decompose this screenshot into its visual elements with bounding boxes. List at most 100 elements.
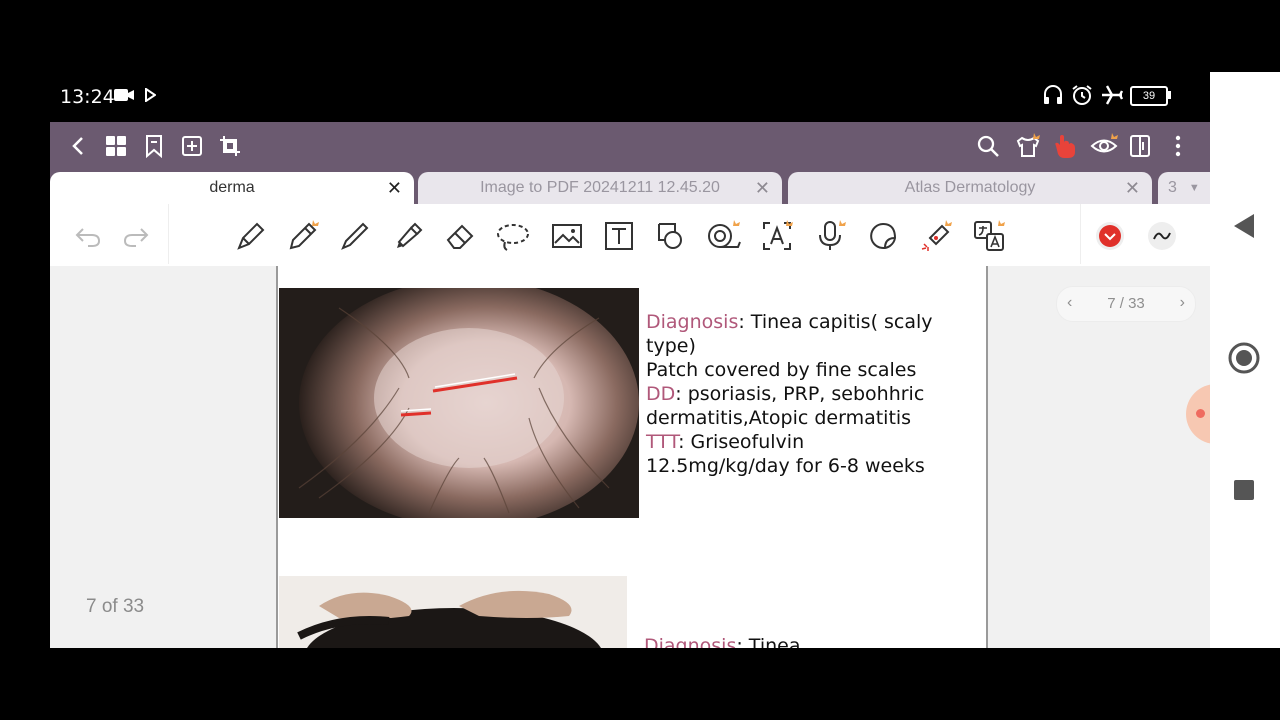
close-tab-icon[interactable]: ✕	[387, 178, 402, 199]
toolbar-divider	[1080, 204, 1081, 264]
shape-tool[interactable]	[651, 216, 691, 256]
grid-view-icon[interactable]	[104, 134, 128, 158]
back-icon[interactable]	[66, 134, 90, 158]
tab-bar: derma ✕ Image to PDF 20241211 12.45.20 ✕…	[50, 170, 1210, 204]
airplane-icon	[1102, 85, 1124, 105]
diagnosis-text-block-2: Diagnosis: Tinea	[644, 634, 944, 648]
next-page-button[interactable]: ›	[1180, 294, 1185, 312]
nav-home-icon[interactable]	[1228, 342, 1260, 374]
diagnosis-text-block: Diagnosis: Tinea capitis( scaly type) Pa…	[646, 310, 986, 478]
system-navigation-bar	[1210, 72, 1280, 648]
laser-pointer-tool[interactable]	[916, 216, 956, 256]
translate-tool[interactable]	[969, 216, 1009, 256]
close-tab-icon[interactable]: ✕	[1125, 178, 1140, 199]
dd-value: : psoriasis, PRP, sebohhric	[675, 383, 925, 405]
undo-icon	[75, 228, 101, 247]
translate-icon	[974, 220, 1005, 251]
redo-icon	[123, 228, 149, 247]
nav-back-icon[interactable]	[1232, 212, 1256, 240]
voice-recording-tool[interactable]	[810, 216, 850, 256]
theme-shirt-icon[interactable]	[1014, 132, 1042, 160]
chevron-down-icon: ▼	[1188, 182, 1200, 194]
document-viewer[interactable]: Diagnosis: Tinea capitis( scaly type) Pa…	[50, 266, 1210, 648]
tape-icon	[708, 220, 741, 248]
scalp-photo-second	[279, 576, 627, 648]
page-count-label: 7 of 33	[86, 596, 145, 617]
redo-button[interactable]	[116, 216, 156, 256]
pen-icon	[341, 222, 369, 250]
eraser-tool[interactable]	[440, 216, 480, 256]
stroke-style-button[interactable]	[1142, 216, 1182, 256]
laser-pointer-icon	[921, 220, 952, 251]
bookmark-icon[interactable]	[142, 134, 166, 158]
fountain-pen-icon	[237, 222, 265, 250]
headphones-icon	[1044, 85, 1062, 104]
alarm-icon	[1072, 85, 1092, 105]
ttt-value: : Griseofulvin	[678, 431, 805, 453]
text-recognition-tool[interactable]	[757, 216, 797, 256]
tape-tool[interactable]	[704, 216, 744, 256]
description-line: Patch covered by fine scales	[646, 359, 917, 381]
tab-atlas-dermatology[interactable]: Atlas Dermatology ✕	[788, 172, 1152, 204]
record-dot-icon	[1196, 409, 1205, 418]
microphone-icon	[819, 220, 846, 250]
hand-tool-icon[interactable]	[1050, 132, 1080, 160]
app-window: derma ✕ Image to PDF 20241211 12.45.20 ✕…	[50, 122, 1210, 648]
diagnosis-label: Diagnosis	[644, 635, 737, 648]
highlighter-icon	[397, 222, 423, 248]
pencil-tool[interactable]	[283, 216, 323, 256]
color-picker-button[interactable]	[1090, 216, 1130, 256]
scalp-photo-tinea-capitis	[279, 288, 639, 518]
lasso-tool[interactable]	[493, 216, 533, 256]
page-indicator: 7 / 33	[1107, 295, 1145, 312]
ttt-line-2: 12.5mg/kg/day for 6-8 weeks	[646, 455, 925, 477]
video-camera-icon	[114, 89, 134, 101]
close-tab-icon[interactable]: ✕	[755, 178, 770, 199]
shapes-icon	[658, 223, 682, 249]
highlighter-tool[interactable]	[387, 216, 427, 256]
fountain-pen-tool[interactable]	[231, 216, 271, 256]
toolbar-divider	[168, 204, 169, 264]
stroke-style-icon	[1148, 222, 1176, 250]
pdf-page: Diagnosis: Tinea capitis( scaly type) Pa…	[276, 266, 988, 648]
page-navigator: ‹ 7 / 33 ›	[1056, 286, 1196, 322]
play-icon	[145, 88, 156, 102]
diagnosis-label: Diagnosis	[646, 311, 739, 333]
search-icon[interactable]	[976, 134, 1000, 158]
dd-line: DD: psoriasis, PRP, sebohhric	[646, 382, 986, 406]
diagnosis-value: : Tinea	[736, 635, 801, 648]
undo-button[interactable]	[68, 216, 108, 256]
diagnosis-line: Diagnosis: Tinea capitis( scaly type)	[646, 310, 986, 358]
lasso-icon	[497, 224, 529, 251]
reading-mode-icon[interactable]	[1128, 134, 1152, 158]
eye-icon[interactable]	[1090, 132, 1120, 160]
dd-label: DD	[646, 383, 676, 405]
pencil-icon	[289, 220, 319, 250]
text-box-tool[interactable]	[599, 216, 639, 256]
status-time: 13:24	[60, 86, 115, 108]
status-bar	[0, 72, 1210, 120]
sticker-tool[interactable]	[863, 216, 903, 256]
color-swatch-icon	[1096, 222, 1124, 250]
text-box-icon	[605, 222, 633, 250]
pen-tool[interactable]	[335, 216, 375, 256]
tab-label: Image to PDF 20241211 12.45.20	[480, 179, 720, 196]
tab-label: derma	[209, 179, 255, 196]
app-bar	[50, 122, 1210, 170]
more-options-icon[interactable]	[1168, 134, 1188, 158]
nav-recents-icon[interactable]	[1233, 479, 1255, 501]
add-page-icon[interactable]	[180, 134, 204, 158]
battery-icon: 39	[1130, 86, 1168, 106]
sticker-icon	[870, 222, 897, 249]
tab-overflow[interactable]: 3 ▼	[1158, 172, 1210, 204]
crop-icon[interactable]	[218, 134, 242, 158]
tab-count: 3	[1168, 179, 1177, 196]
tab-derma[interactable]: derma ✕	[50, 172, 414, 204]
image-tool[interactable]	[547, 216, 587, 256]
tab-image-to-pdf[interactable]: Image to PDF 20241211 12.45.20 ✕	[418, 172, 782, 204]
image-icon	[552, 224, 582, 248]
tab-label: Atlas Dermatology	[904, 179, 1036, 196]
dd-line-2: dermatitis,Atopic dermatitis	[646, 407, 912, 429]
floating-record-bubble[interactable]	[1186, 384, 1210, 444]
battery-level: 39	[1142, 90, 1156, 102]
